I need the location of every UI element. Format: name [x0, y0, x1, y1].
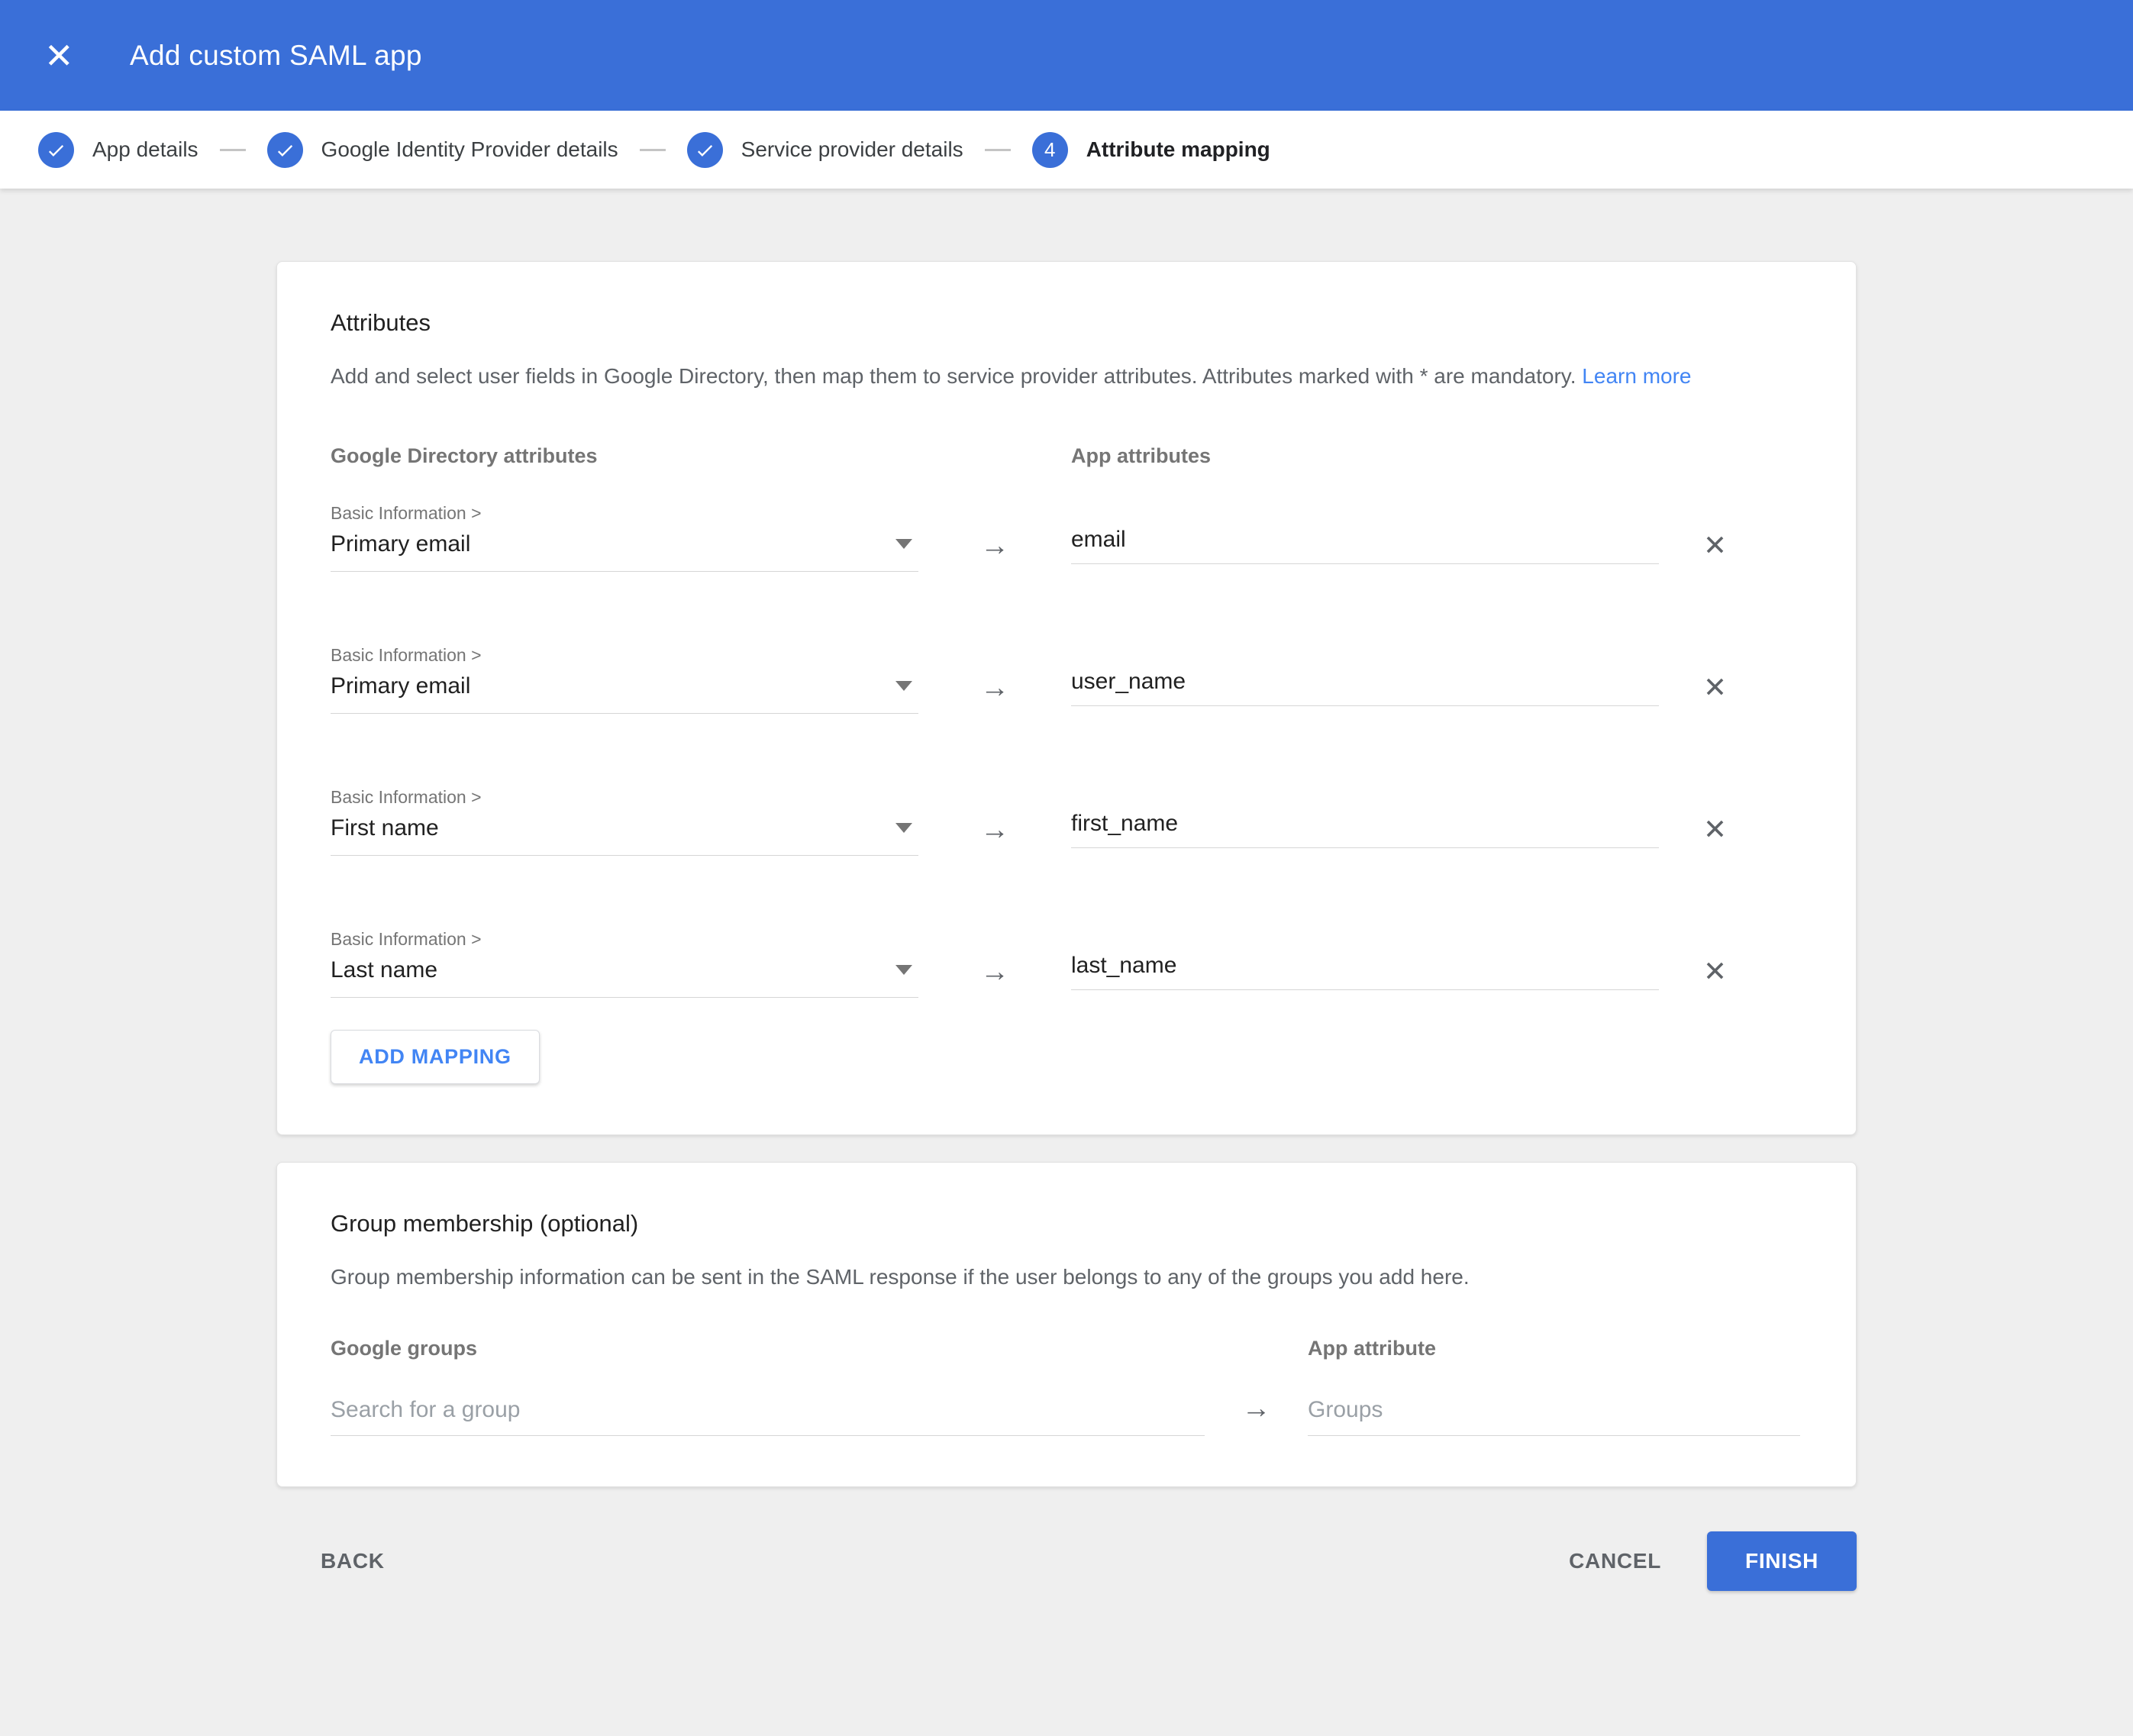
- step-app-details[interactable]: App details: [38, 132, 198, 168]
- attribute-category-label: Basic Information >: [331, 929, 918, 950]
- add-custom-saml-app-dialog: ✕ Add custom SAML app App details Google…: [0, 0, 2133, 1591]
- maps-to-arrow-icon: →: [918, 530, 1071, 563]
- mapping-row: Basic Information > Primary email → ✕: [331, 503, 1802, 572]
- app-attributes-header: App attributes: [1071, 444, 1211, 468]
- dialog-header: ✕ Add custom SAML app: [0, 0, 2133, 111]
- selected-attribute-value: First name: [331, 815, 895, 841]
- attributes-description: Add and select user fields in Google Dir…: [331, 361, 1802, 392]
- finish-button[interactable]: FINISH: [1707, 1531, 1857, 1591]
- step-number-badge: 4: [1032, 132, 1068, 168]
- app-attribute-input[interactable]: [1071, 527, 1659, 564]
- maps-to-arrow-icon: →: [918, 814, 1071, 847]
- dialog-title: Add custom SAML app: [130, 40, 422, 72]
- app-attribute-input[interactable]: [1071, 811, 1659, 848]
- attribute-category-label: Basic Information >: [331, 645, 918, 666]
- dropdown-arrow-icon: [895, 539, 912, 549]
- step-service-provider-details[interactable]: Service provider details: [687, 132, 963, 168]
- cancel-button[interactable]: CANCEL: [1561, 1535, 1669, 1587]
- directory-attribute-select[interactable]: Basic Information > Last name: [331, 929, 918, 998]
- step-google-idp-details[interactable]: Google Identity Provider details: [267, 132, 618, 168]
- footer-actions: BACK CANCEL FINISH: [276, 1531, 1857, 1591]
- step-label: App details: [92, 137, 198, 162]
- step-complete-check-icon: [38, 132, 74, 168]
- remove-mapping-icon[interactable]: ✕: [1703, 957, 1727, 986]
- selected-attribute-value: Primary email: [331, 673, 895, 699]
- directory-attribute-select[interactable]: Basic Information > First name: [331, 787, 918, 856]
- step-label: Attribute mapping: [1086, 137, 1270, 162]
- step-connector: [220, 149, 246, 151]
- wizard-stepper: App details Google Identity Provider det…: [0, 111, 2133, 189]
- step-label: Google Identity Provider details: [321, 137, 618, 162]
- app-attribute-input[interactable]: [1071, 953, 1659, 990]
- step-attribute-mapping[interactable]: 4 Attribute mapping: [1032, 132, 1270, 168]
- dropdown-arrow-icon: [895, 965, 912, 975]
- directory-attribute-select[interactable]: Basic Information > Primary email: [331, 645, 918, 714]
- main-content: Attributes Add and select user fields in…: [0, 189, 2133, 1591]
- back-button[interactable]: BACK: [313, 1535, 392, 1587]
- group-mapping-row: Google groups → App attribute: [331, 1337, 1802, 1436]
- remove-mapping-icon[interactable]: ✕: [1703, 531, 1727, 560]
- selected-attribute-value: Primary email: [331, 531, 895, 557]
- close-icon[interactable]: ✕: [44, 38, 90, 73]
- mapping-row: Basic Information > Last name → ✕: [331, 929, 1802, 998]
- mapping-row: Basic Information > Primary email → ✕: [331, 645, 1802, 714]
- step-connector: [985, 149, 1011, 151]
- selected-attribute-value: Last name: [331, 957, 895, 983]
- attributes-card-title: Attributes: [331, 309, 1802, 337]
- app-attribute-input[interactable]: [1071, 669, 1659, 706]
- maps-to-arrow-icon: →: [918, 956, 1071, 989]
- column-headers: Google Directory attributes App attribut…: [331, 444, 1802, 468]
- attributes-card: Attributes Add and select user fields in…: [276, 261, 1857, 1135]
- attributes-description-text: Add and select user fields in Google Dir…: [331, 364, 1576, 388]
- dropdown-arrow-icon: [895, 823, 912, 833]
- step-connector: [640, 149, 666, 151]
- attribute-category-label: Basic Information >: [331, 503, 918, 524]
- group-membership-title: Group membership (optional): [331, 1210, 1802, 1237]
- maps-to-arrow-icon: →: [918, 672, 1071, 705]
- group-membership-card: Group membership (optional) Group member…: [276, 1162, 1857, 1488]
- google-groups-header: Google groups: [331, 1337, 1205, 1360]
- remove-mapping-icon[interactable]: ✕: [1703, 815, 1727, 844]
- group-membership-description: Group membership information can be sent…: [331, 1262, 1802, 1293]
- dropdown-arrow-icon: [895, 681, 912, 691]
- attribute-category-label: Basic Information >: [331, 787, 918, 808]
- directory-attribute-select[interactable]: Basic Information > Primary email: [331, 503, 918, 572]
- app-attribute-header: App attribute: [1308, 1337, 1800, 1360]
- google-directory-attributes-header: Google Directory attributes: [331, 444, 1071, 468]
- step-complete-check-icon: [687, 132, 723, 168]
- step-label: Service provider details: [741, 137, 963, 162]
- add-mapping-button[interactable]: ADD MAPPING: [331, 1030, 540, 1084]
- step-complete-check-icon: [267, 132, 303, 168]
- group-app-attribute-input[interactable]: [1308, 1397, 1800, 1436]
- mapping-row: Basic Information > First name → ✕: [331, 787, 1802, 856]
- remove-mapping-icon[interactable]: ✕: [1703, 673, 1727, 702]
- group-search-input[interactable]: [331, 1397, 1205, 1436]
- maps-to-arrow-icon: →: [1205, 1392, 1308, 1425]
- learn-more-link[interactable]: Learn more: [1582, 364, 1691, 388]
